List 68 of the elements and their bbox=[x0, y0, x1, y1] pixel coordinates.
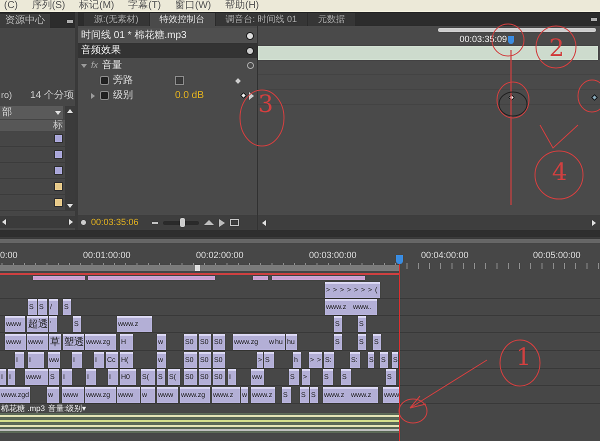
menu-item[interactable]: 标记(M) bbox=[79, 0, 114, 12]
menu-item[interactable]: 帮助(H) bbox=[225, 0, 260, 12]
panel-tab[interactable]: 特效控制台 bbox=[150, 13, 214, 26]
panel-tab[interactable]: 调音台: 时间线 01 bbox=[216, 13, 308, 26]
reset-section-icon[interactable] bbox=[246, 46, 254, 54]
hand-drawn-circle bbox=[500, 340, 540, 386]
hand-drawn-check bbox=[540, 124, 578, 149]
scroll-down-icon[interactable] bbox=[67, 204, 73, 208]
view-range-bar[interactable] bbox=[438, 28, 596, 32]
keyframe-icon[interactable] bbox=[590, 93, 598, 101]
parameter-value[interactable]: 0.0 dB bbox=[175, 88, 204, 103]
panel-tab[interactable]: 资源中心 bbox=[0, 14, 50, 28]
scroll-up-icon[interactable] bbox=[67, 109, 73, 113]
scroll-left-icon[interactable] bbox=[262, 220, 266, 226]
checkbox[interactable] bbox=[175, 76, 184, 85]
playhead-icon[interactable] bbox=[396, 255, 403, 264]
expanded-triangle-icon[interactable] bbox=[81, 64, 87, 68]
property-dropdown[interactable]: 音量:级别▾ bbox=[48, 404, 86, 413]
toggle-icon[interactable] bbox=[246, 32, 254, 40]
panel-tab[interactable]: 源:(无素材) bbox=[84, 13, 148, 26]
ruler-label: 00:05:00:00 bbox=[533, 249, 581, 262]
handwritten-number: 1 bbox=[516, 345, 532, 369]
audio-clip-name: 棉花糖 .mp3 bbox=[1, 404, 46, 413]
hand-drawn-circle bbox=[398, 398, 428, 424]
info-text: ro) bbox=[1, 88, 12, 102]
column-header[interactable]: 标 bbox=[0, 120, 65, 131]
ruler-label: 00:03:00:00 bbox=[309, 249, 357, 262]
vertical-scrollbar[interactable] bbox=[65, 106, 75, 211]
scroll-left-icon[interactable] bbox=[2, 219, 6, 225]
parameter-name: 级别 bbox=[113, 89, 134, 103]
section-header: 音频效果 bbox=[81, 44, 121, 58]
horizontal-scrollbar[interactable] bbox=[0, 216, 75, 228]
export-icon[interactable] bbox=[230, 219, 239, 226]
slider-thumb[interactable] bbox=[180, 218, 186, 226]
ruler-label: 00:01:00:00 bbox=[83, 249, 131, 262]
next-keyframe-icon[interactable] bbox=[249, 92, 254, 100]
keyframe-icon bbox=[235, 78, 241, 84]
work-area-marker[interactable] bbox=[195, 265, 200, 271]
collapsed-triangle-icon[interactable] bbox=[91, 92, 95, 98]
scroll-right-icon[interactable] bbox=[69, 219, 73, 225]
clip-name: 时间线 01 * 棉花糖.mp3 bbox=[81, 28, 187, 43]
horizontal-scrollbar[interactable] bbox=[258, 215, 600, 230]
handwritten-number: 4 bbox=[552, 160, 568, 184]
ruler-label: 00:02:00:00 bbox=[196, 249, 244, 262]
filter-dropdown[interactable]: 部 bbox=[0, 106, 63, 119]
reset-icon[interactable] bbox=[247, 62, 254, 69]
panel-tab[interactable]: 元数据 bbox=[308, 13, 356, 26]
hand-drawn-circle bbox=[534, 150, 584, 200]
menu-item[interactable]: (C) bbox=[4, 0, 18, 12]
fx-label: fx bbox=[91, 58, 98, 72]
parameter-name: 旁路 bbox=[113, 74, 134, 88]
item-count: 14 个分项 bbox=[30, 89, 74, 103]
caret-icon bbox=[55, 110, 61, 114]
timeline-clip[interactable]: 塑透 bbox=[63, 334, 84, 350]
list-row[interactable] bbox=[0, 195, 65, 211]
ruler-label: 0:00 bbox=[0, 249, 18, 262]
marker-strip bbox=[33, 276, 85, 280]
ruler-label: 00:04:00:00 bbox=[421, 249, 469, 262]
zoom-in-icon[interactable] bbox=[204, 220, 214, 225]
handwritten-number: 3 bbox=[258, 92, 274, 116]
scroll-right-icon[interactable] bbox=[592, 220, 596, 226]
timeline-clip[interactable]: 草 bbox=[49, 334, 61, 350]
hand-drawn-circle bbox=[240, 90, 284, 146]
marker-strip bbox=[253, 276, 268, 280]
keyframe-icon[interactable] bbox=[508, 93, 516, 101]
timeline-clip[interactable]: 超透 bbox=[27, 316, 48, 332]
effect-name: 音量 bbox=[102, 58, 122, 73]
playhead-icon[interactable] bbox=[508, 36, 514, 44]
